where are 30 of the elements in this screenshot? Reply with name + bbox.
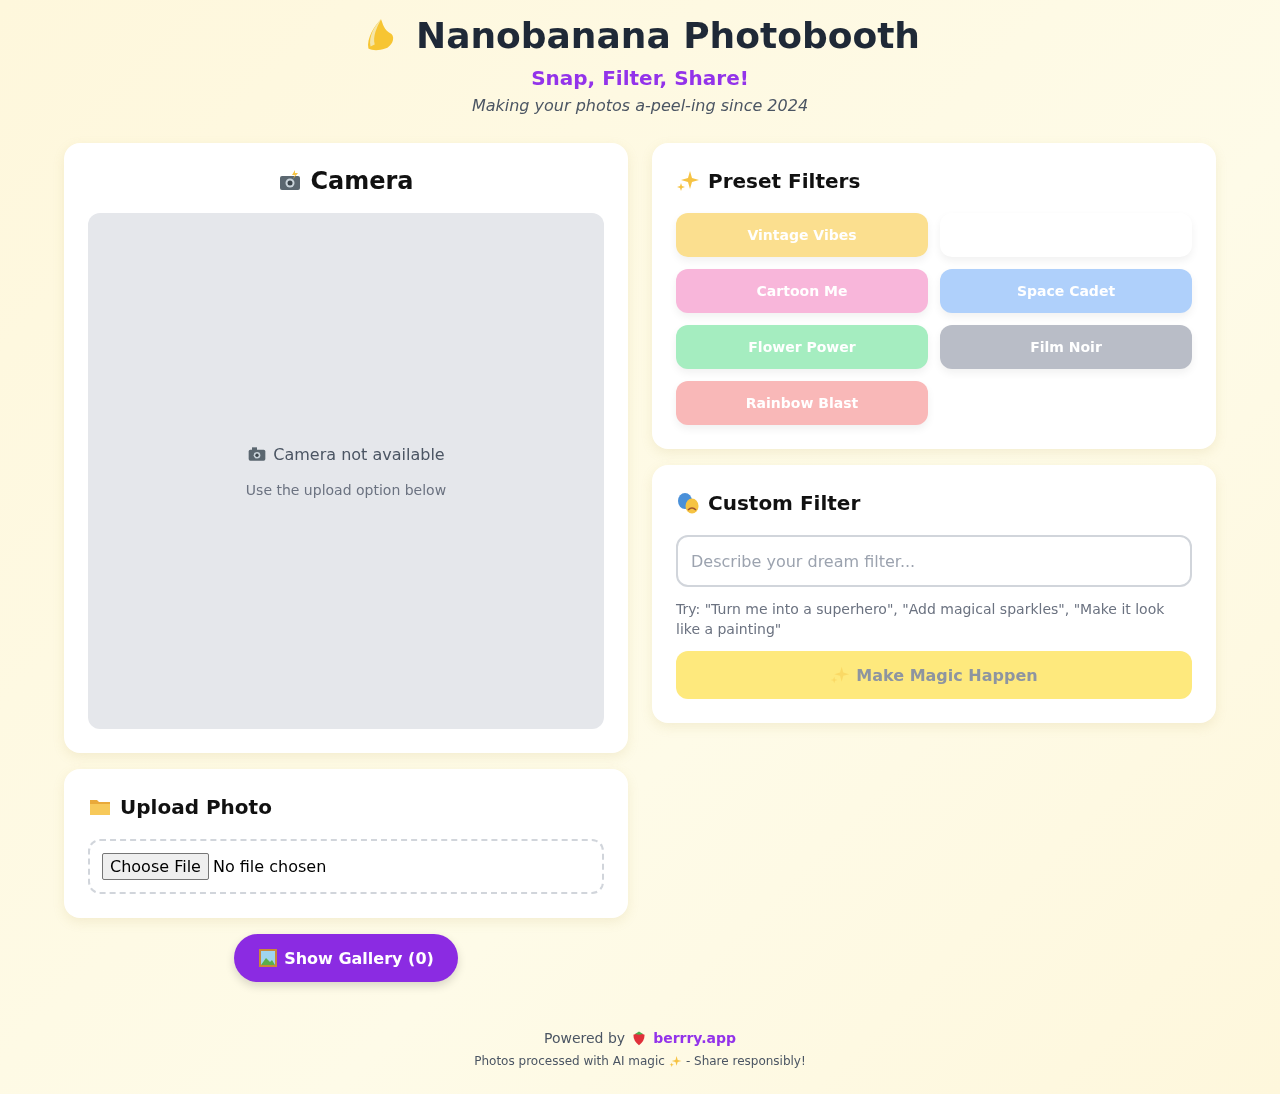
sparkles-icon xyxy=(830,665,851,685)
footer-note: Photos processed with AI magic xyxy=(474,1054,665,1068)
upload-title: Upload Photo xyxy=(120,794,272,821)
berrry-link[interactable]: berrry.app xyxy=(653,1030,736,1046)
powered-by-text: Powered by xyxy=(543,1030,626,1046)
sparkles-icon xyxy=(668,1054,682,1068)
framed-picture-icon xyxy=(258,948,279,968)
camera-flash-icon xyxy=(278,169,303,193)
filter-suggestions: Try: "Turn me into a superhero", "Add magical sparkles", "Make it look like a painting" xyxy=(676,600,1166,639)
filter-button[interactable]: Film Noir xyxy=(940,325,1192,369)
filter-button[interactable]: Flower Power xyxy=(676,325,928,369)
filter-button[interactable]: Cartoon Me xyxy=(676,269,928,313)
filter-button[interactable]: Rainbow Blast xyxy=(676,381,928,425)
file-drop-area[interactable]: Choose File No file chosen xyxy=(88,839,604,894)
subtitle: Snap, Filter, Share! xyxy=(530,65,750,92)
file-status: No file chosen xyxy=(212,857,327,876)
camera-message: Camera not available xyxy=(273,444,445,464)
camera-title: Camera xyxy=(310,167,414,195)
custom-filter-title: Custom Filter xyxy=(708,490,861,517)
show-gallery-button[interactable]: Show Gallery (0) xyxy=(234,934,458,982)
footer-note-end: - Share responsibly! xyxy=(685,1054,806,1068)
filter-button[interactable]: Vintage Vibes xyxy=(676,213,928,257)
app-title: Nanobanana Photobooth xyxy=(416,14,920,58)
strawberry-icon xyxy=(631,1030,648,1046)
camera-icon xyxy=(247,444,268,464)
camera-hint: Use the upload option below xyxy=(245,482,447,498)
filter-button[interactable]: Space Cadet xyxy=(940,269,1192,313)
tagline: Making your photos a-peel-ing since 2024 xyxy=(470,95,810,117)
preset-filters-title: Preset Filters xyxy=(708,168,861,195)
choose-file-button[interactable]: Choose File xyxy=(102,853,209,880)
